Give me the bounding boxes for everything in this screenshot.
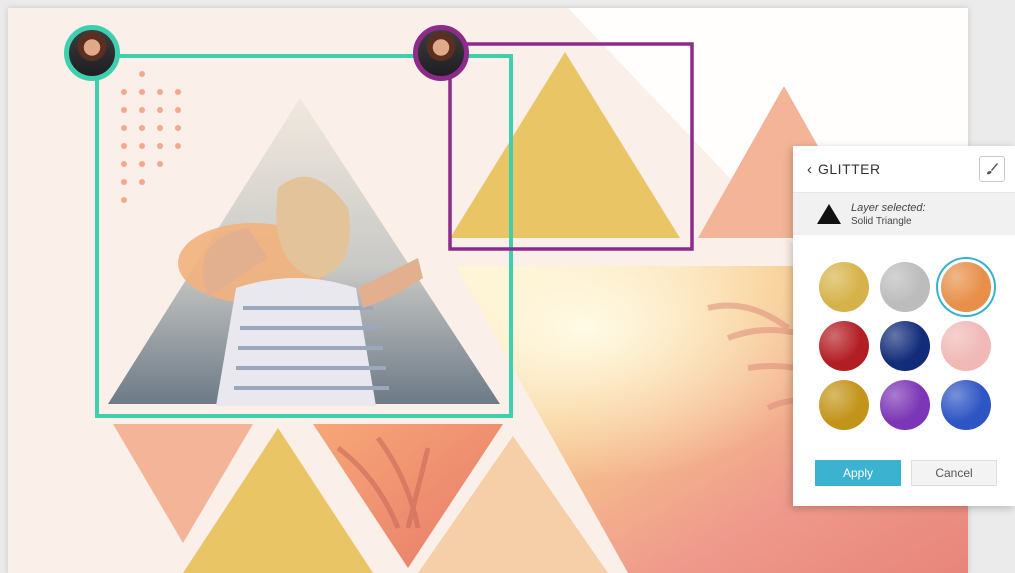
triangle-icon <box>817 204 841 224</box>
swatch-pink[interactable] <box>941 321 991 371</box>
swatch-purple[interactable] <box>880 380 930 430</box>
apply-button[interactable]: Apply <box>815 460 901 486</box>
collaborator-1-avatar[interactable] <box>64 25 120 81</box>
layer-name: Solid Triangle <box>851 215 912 227</box>
glitter-panel: ‹ GLITTER Layer selected: Solid Triangle… <box>793 146 1015 506</box>
cancel-button[interactable]: Cancel <box>911 460 997 486</box>
swatch-gold[interactable] <box>819 262 869 312</box>
swatch-blue[interactable] <box>941 380 991 430</box>
swatch-dark-gold[interactable] <box>819 380 869 430</box>
swatch-navy[interactable] <box>880 321 930 371</box>
layer-selected-info: Layer selected: Solid Triangle <box>793 193 1015 235</box>
paintbrush-button[interactable] <box>979 156 1005 182</box>
dot-pattern <box>121 71 181 203</box>
swatch-red[interactable] <box>819 321 869 371</box>
panel-header: ‹ GLITTER <box>793 146 1015 193</box>
layer-selected-label: Layer selected: <box>851 201 926 214</box>
photo-triangle-woman <box>108 98 500 406</box>
panel-actions: Apply Cancel <box>815 460 997 486</box>
swatch-orange[interactable] <box>938 259 994 315</box>
paintbrush-icon <box>987 163 998 175</box>
chevron-left-icon[interactable]: ‹ <box>807 161 812 178</box>
collaborator-2-avatar[interactable] <box>413 25 469 81</box>
swatch-silver[interactable] <box>880 262 930 312</box>
glitter-swatch-grid <box>819 259 1005 430</box>
panel-title: GLITTER <box>818 161 881 177</box>
